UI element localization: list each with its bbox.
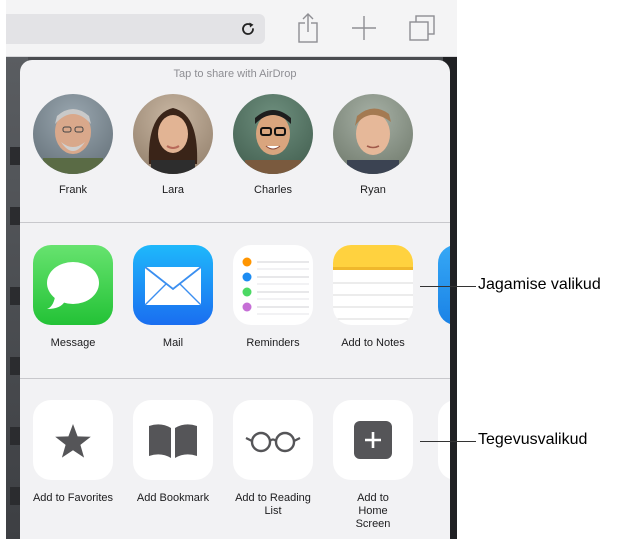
person-name: Frank (58, 184, 88, 196)
glasses-icon (233, 400, 313, 480)
reminders-list-icon (233, 245, 313, 325)
airdrop-people: Frank Lara Charles Ryan (20, 94, 450, 214)
add-tab-icon[interactable] (348, 12, 380, 44)
person-name: Ryan (360, 184, 386, 196)
action-label: Add Bookmark (136, 492, 210, 504)
action-add-bookmark[interactable]: Add Bookmark (125, 400, 221, 505)
action-add-to-reading-list[interactable]: Add to Reading List (225, 400, 321, 518)
callout-line-actions (420, 441, 476, 442)
avatar (133, 94, 213, 174)
action-label: Add to Favorites (32, 492, 114, 504)
page-stripe (10, 207, 20, 225)
notes-icon (333, 245, 413, 325)
page-stripe (10, 287, 20, 305)
star-icon (33, 400, 113, 480)
share-app-reminders[interactable]: Reminders (225, 245, 321, 350)
person-photo-icon (245, 110, 301, 174)
plus-square-icon (333, 400, 413, 480)
share-app-mail[interactable]: Mail (125, 245, 221, 350)
share-app-label: Add to Notes (341, 337, 405, 349)
person-photo-icon (43, 109, 103, 174)
avatar (33, 94, 113, 174)
device-screen: Tap to share with AirDrop Frank Lara Cha… (6, 0, 457, 539)
share-apps-row: Message Mail Reminders Add to Notes (20, 245, 450, 395)
person-name: Lara (161, 184, 185, 196)
page-stripe (10, 427, 20, 445)
action-more-partial[interactable] (425, 400, 450, 480)
share-app-more-partial[interactable] (425, 245, 450, 325)
callout-action-options: Tegevusvalikud (478, 431, 588, 448)
action-label: Add to Reading List (235, 492, 311, 517)
share-app-message[interactable]: Message (25, 245, 121, 350)
avatar (233, 94, 313, 174)
action-label: Add to Home Screen (355, 492, 391, 530)
book-icon (133, 400, 213, 480)
share-sheet: Tap to share with AirDrop Frank Lara Cha… (20, 60, 450, 539)
browser-toolbar (6, 0, 457, 57)
section-divider (20, 378, 450, 379)
page-stripe (10, 147, 20, 165)
callout-share-options: Jagamise valikud (478, 276, 601, 293)
airdrop-person-charles[interactable]: Charles (228, 94, 318, 196)
section-divider (20, 222, 450, 223)
person-photo-icon (347, 108, 399, 174)
address-bar[interactable] (6, 14, 265, 44)
reload-icon[interactable] (239, 20, 257, 38)
action-icon (438, 400, 450, 480)
share-app-notes[interactable]: Add to Notes (325, 245, 421, 350)
callout-line-share (420, 286, 476, 287)
page-stripe (10, 357, 20, 375)
airdrop-person-frank[interactable]: Frank (28, 94, 118, 196)
page-stripe (10, 487, 20, 505)
action-add-to-favorites[interactable]: Add to Favorites (25, 400, 121, 505)
share-icon[interactable] (292, 12, 324, 44)
airdrop-person-lara[interactable]: Lara (128, 94, 218, 196)
share-app-label: Mail (162, 337, 184, 349)
avatar (333, 94, 413, 174)
action-add-to-home-screen[interactable]: Add to Home Screen (325, 400, 421, 531)
actions-row: Add to Favorites Add Bookmark Add to Rea… (20, 400, 450, 539)
screenshot-stage: Tap to share with AirDrop Frank Lara Cha… (0, 0, 626, 539)
mail-envelope-icon (133, 245, 213, 325)
person-photo-icon (148, 108, 198, 174)
person-name: Charles (254, 184, 292, 196)
share-app-label: Message (50, 337, 96, 349)
airdrop-hint: Tap to share with AirDrop (173, 68, 297, 80)
message-bubble-icon (33, 245, 113, 325)
share-app-label: Reminders (246, 337, 300, 349)
airdrop-person-ryan[interactable]: Ryan (328, 94, 418, 196)
app-icon (438, 245, 450, 325)
tabs-icon[interactable] (406, 12, 438, 44)
